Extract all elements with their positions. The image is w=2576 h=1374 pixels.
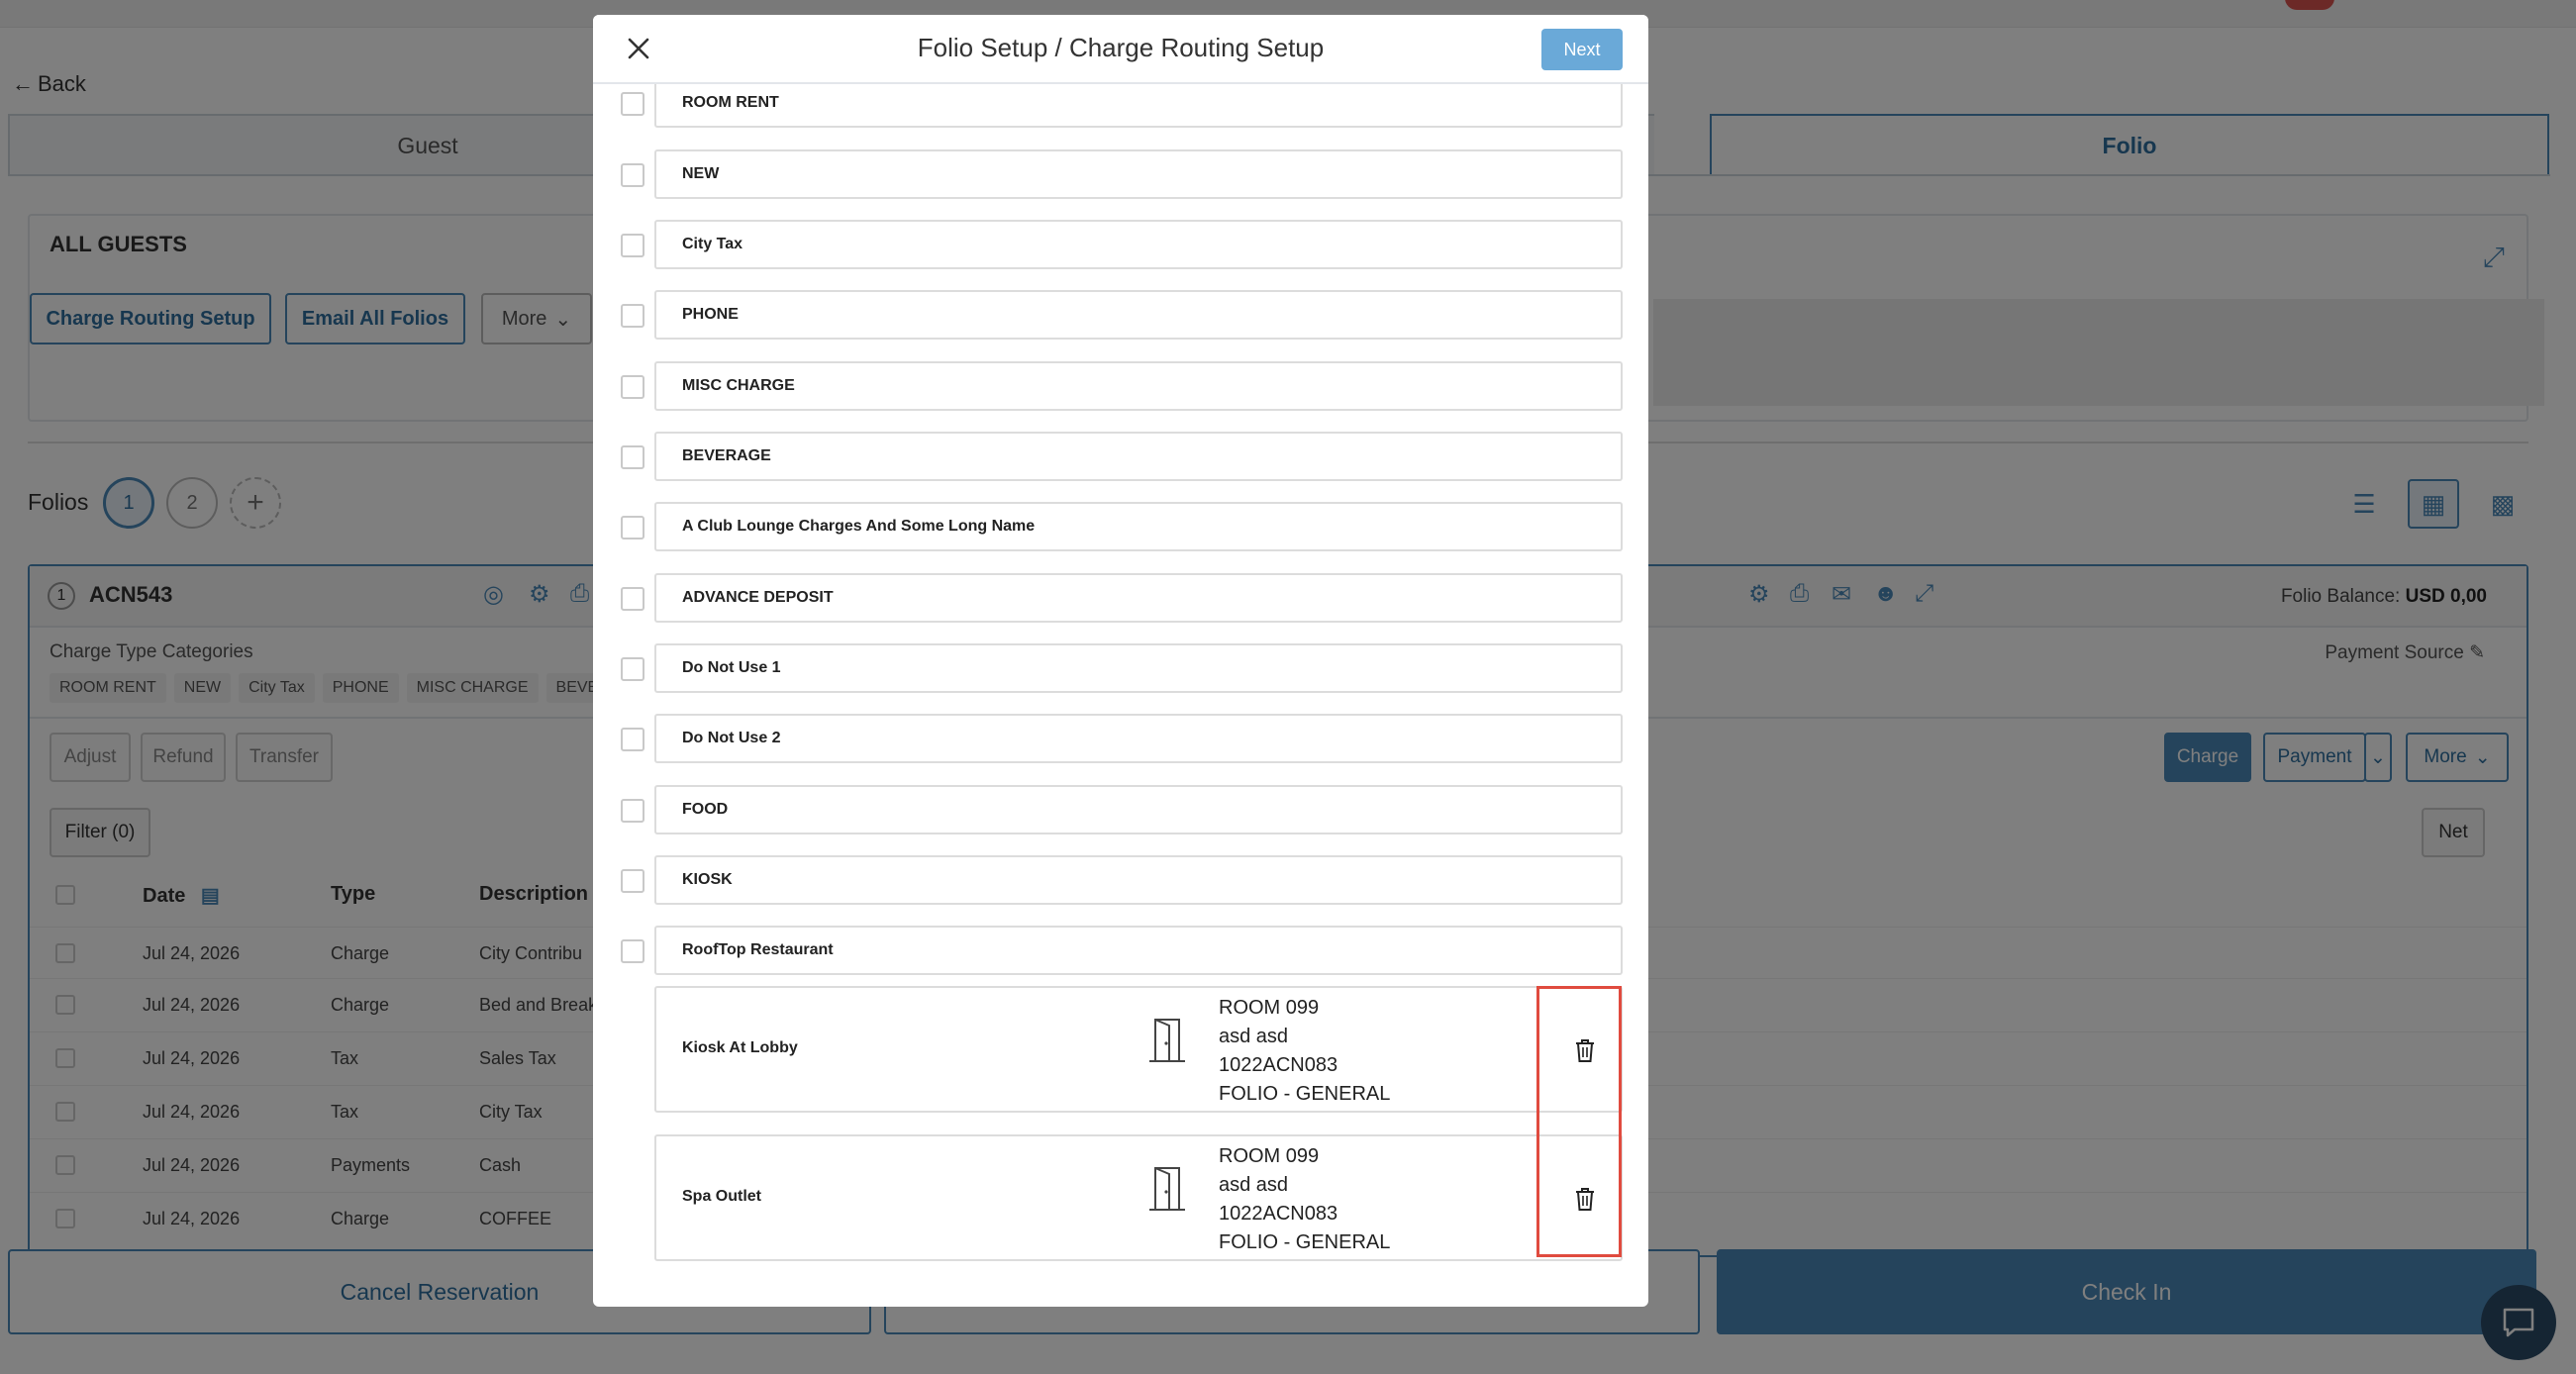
category-checkbox[interactable] <box>621 587 644 611</box>
route-confirmation: 1022ACN083 <box>1219 1203 1338 1225</box>
route-folio: FOLIO - GENERAL <box>1219 1231 1391 1253</box>
route-guest: asd asd <box>1219 1174 1289 1196</box>
category-row[interactable]: ADVANCE DEPOSIT <box>621 573 1623 623</box>
category-box[interactable]: Do Not Use 1 <box>654 643 1623 693</box>
category-checkbox[interactable] <box>621 657 644 681</box>
route-room: ROOM 099 <box>1219 1145 1320 1167</box>
category-row[interactable]: Do Not Use 2 <box>621 714 1623 763</box>
category-row[interactable]: RoofTop Restaurant <box>621 926 1623 975</box>
category-box[interactable]: City Tax <box>654 220 1623 269</box>
category-checkbox[interactable] <box>621 92 644 116</box>
category-row[interactable]: A Club Lounge Charges And Some Long Name <box>621 502 1623 551</box>
category-label: MISC CHARGE <box>682 377 795 394</box>
category-label: NEW <box>682 165 720 182</box>
category-checkbox[interactable] <box>621 869 644 893</box>
category-checkbox[interactable] <box>621 445 644 469</box>
route-room: ROOM 099 <box>1219 997 1320 1019</box>
category-row[interactable]: NEW <box>621 149 1623 199</box>
category-checkbox[interactable] <box>621 516 644 540</box>
category-box[interactable]: BEVERAGE <box>654 432 1623 481</box>
category-box[interactable]: ROOM RENT <box>654 84 1623 128</box>
category-box[interactable]: KIOSK <box>654 855 1623 905</box>
category-label: RoofTop Restaurant <box>682 941 834 958</box>
category-label: A Club Lounge Charges And Some Long Name <box>682 518 1036 535</box>
category-box[interactable]: FOOD <box>654 785 1623 834</box>
category-checkbox[interactable] <box>621 375 644 399</box>
delete-column-highlight <box>1536 986 1622 1257</box>
route-guest: asd asd <box>1219 1026 1289 1047</box>
route-outlet-name: Kiosk At Lobby <box>682 1039 798 1056</box>
category-label: ROOM RENT <box>682 94 779 111</box>
modal-title: Folio Setup / Charge Routing Setup <box>917 33 1325 62</box>
route-outlet-name: Spa Outlet <box>682 1188 762 1205</box>
category-label: ADVANCE DEPOSIT <box>682 589 834 606</box>
category-label: FOOD <box>682 801 729 818</box>
category-box[interactable]: NEW <box>654 149 1623 199</box>
category-row[interactable]: ROOM RENT <box>621 84 1623 128</box>
category-label: City Tax <box>682 236 743 252</box>
category-box[interactable]: Do Not Use 2 <box>654 714 1623 763</box>
category-row[interactable]: Do Not Use 1 <box>621 643 1623 693</box>
category-checkbox[interactable] <box>621 799 644 823</box>
route-card: Kiosk At Lobby ROOM 099 asd asd 1022ACN0… <box>654 986 1623 1113</box>
category-label: BEVERAGE <box>682 447 771 464</box>
category-row[interactable]: PHONE <box>621 290 1623 340</box>
next-button[interactable]: Next <box>1541 29 1623 70</box>
route-confirmation: 1022ACN083 <box>1219 1054 1338 1076</box>
door-icon <box>1149 1019 1185 1062</box>
category-checkbox[interactable] <box>621 939 644 963</box>
route-card: Spa Outlet ROOM 099 asd asd 1022ACN083 F… <box>654 1134 1623 1261</box>
category-checkbox[interactable] <box>621 728 644 751</box>
category-row[interactable]: FOOD <box>621 785 1623 834</box>
category-label: Do Not Use 1 <box>682 659 781 676</box>
category-box[interactable]: MISC CHARGE <box>654 361 1623 411</box>
category-row[interactable]: City Tax <box>621 220 1623 269</box>
door-icon <box>1149 1167 1185 1211</box>
route-folio: FOLIO - GENERAL <box>1219 1083 1391 1105</box>
category-checkbox[interactable] <box>621 163 644 187</box>
category-box[interactable]: PHONE <box>654 290 1623 340</box>
category-checkbox[interactable] <box>621 234 644 257</box>
route-destination: ROOM 099 asd asd 1022ACN083 FOLIO - GENE… <box>1219 994 1390 1109</box>
route-destination: ROOM 099 asd asd 1022ACN083 FOLIO - GENE… <box>1219 1142 1390 1257</box>
category-box[interactable]: RoofTop Restaurant <box>654 926 1623 975</box>
category-box[interactable]: A Club Lounge Charges And Some Long Name <box>654 502 1623 551</box>
modal-header: Folio Setup / Charge Routing Setup Next <box>593 15 1648 84</box>
category-label: PHONE <box>682 306 739 323</box>
category-row[interactable]: MISC CHARGE <box>621 361 1623 411</box>
category-label: KIOSK <box>682 871 733 888</box>
charge-routing-modal: Folio Setup / Charge Routing Setup Next … <box>593 15 1648 1307</box>
category-box[interactable]: ADVANCE DEPOSIT <box>654 573 1623 623</box>
modal-body: ROOM RENT NEW City Tax PHONE MISC CHARGE… <box>593 84 1648 1307</box>
category-row[interactable]: KIOSK <box>621 855 1623 905</box>
category-checkbox[interactable] <box>621 304 644 328</box>
category-label: Do Not Use 2 <box>682 730 781 746</box>
category-row[interactable]: BEVERAGE <box>621 432 1623 481</box>
